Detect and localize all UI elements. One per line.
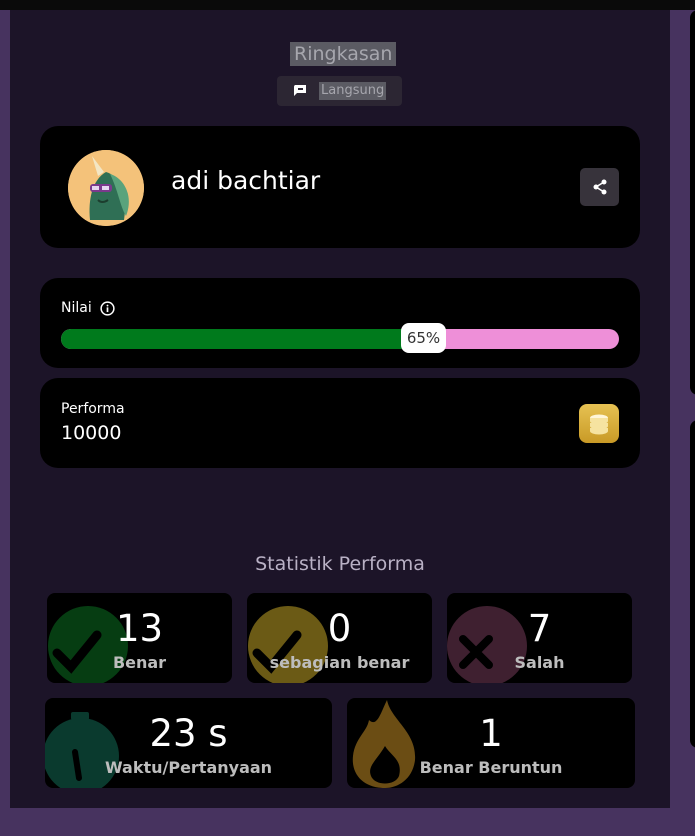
stat-time: 23 s Waktu/Pertanyaan — [45, 698, 332, 788]
score-progress-bar — [61, 329, 619, 349]
score-label: Nilai — [61, 300, 92, 316]
partial-label: sebagian benar — [269, 653, 410, 672]
mode-badge: Langsung — [277, 76, 402, 106]
correct-count: 13 — [115, 607, 164, 650]
share-button[interactable] — [580, 168, 619, 206]
score-percent: 65% — [401, 323, 446, 353]
coins-icon — [590, 414, 608, 434]
stat-correct: 13 Benar — [47, 593, 232, 683]
info-icon[interactable] — [100, 300, 115, 316]
score-card: Nilai 65% — [40, 278, 640, 368]
top-bar — [0, 0, 695, 10]
mode-label: Langsung — [319, 82, 387, 100]
adjacent-panel-edge — [690, 420, 695, 748]
score-progress-fill — [61, 329, 424, 349]
mode-icon — [293, 85, 306, 96]
partial-count: 0 — [327, 607, 352, 650]
streak-label: Benar Beruntun — [419, 758, 563, 777]
stat-wrong: 7 Salah — [447, 593, 632, 683]
share-icon — [593, 179, 606, 195]
performance-label: Performa — [61, 401, 125, 417]
stats-title: Statistik Performa — [255, 553, 425, 575]
score-label-row: Nilai — [61, 300, 115, 316]
wrong-label: Salah — [514, 653, 565, 672]
time-per-question: 23 s — [149, 712, 228, 755]
unicorn-avatar-icon — [68, 150, 144, 226]
player-name: adi bachtiar — [171, 166, 321, 195]
time-label: Waktu/Pertanyaan — [104, 758, 273, 777]
adjacent-panel-edge — [690, 10, 695, 395]
performance-card: Performa 10000 — [40, 378, 640, 468]
streak-count: 1 — [479, 712, 503, 755]
page-title: Ringkasan — [290, 42, 397, 66]
performance-value: 10000 — [61, 422, 122, 444]
profile-card: adi bachtiar — [40, 126, 640, 248]
avatar — [68, 150, 144, 226]
wrong-count: 7 — [527, 607, 552, 650]
correct-label: Benar — [112, 653, 167, 672]
coins-button[interactable] — [579, 404, 619, 443]
stat-streak: 1 Benar Beruntun — [347, 698, 635, 788]
stat-partial: 0 sebagian benar — [247, 593, 432, 683]
